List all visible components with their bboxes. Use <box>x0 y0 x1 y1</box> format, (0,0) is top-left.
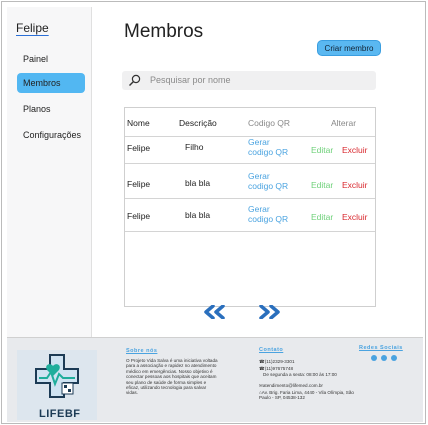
user-name[interactable]: Felipe <box>16 21 49 35</box>
delete-button[interactable]: Excluir <box>342 145 368 155</box>
header-nome: Nome <box>127 118 150 128</box>
sidebar-item-membros[interactable]: Membros <box>17 73 85 93</box>
cell-descricao: bla bla <box>185 210 211 220</box>
search-bar[interactable]: Pesquisar por nome <box>122 71 376 90</box>
delete-button[interactable]: Excluir <box>342 180 368 190</box>
members-table: Nome Descrição Codigo QR Alterar Felipe … <box>124 107 376 307</box>
about-title: Sobre nós <box>126 348 158 354</box>
generate-qr-link[interactable]: Gerar codigo QR <box>248 171 288 191</box>
header-codigo-qr: Codigo QR <box>248 118 291 128</box>
double-chevron-right-icon[interactable] <box>259 305 281 319</box>
edit-button[interactable]: Editar <box>311 145 333 155</box>
cell-descricao: Filho <box>185 142 204 152</box>
linkedin-icon[interactable] <box>381 355 387 361</box>
cell-nome: Felipe <box>127 179 151 189</box>
contact-phone-2: ☎(11)97675748 <box>259 366 294 371</box>
page-title: Membros <box>124 21 204 42</box>
search-icon <box>129 74 141 86</box>
sidebar-item-planos[interactable]: Planos <box>17 99 85 119</box>
medical-cross-logo-icon <box>35 354 79 398</box>
contact-address: ⌂Av. Brig. Faria Lima, 4440 - Vila Olímp… <box>259 390 354 401</box>
contact-hours: De segunda a sexta: 08:00 às 17:00 <box>263 372 337 377</box>
divider <box>125 163 375 164</box>
main-content: Membros Criar membro Pesquisar por nome … <box>92 7 422 337</box>
footer: LIFEBF Sobre nós O Projeto Vida Salva é … <box>7 337 423 422</box>
sidebar-item-painel[interactable]: Painel <box>17 49 85 69</box>
divider <box>125 231 375 232</box>
contact-phone-1: ☎(11)2329-3301 <box>259 359 295 364</box>
search-input[interactable]: Pesquisar por nome <box>150 75 231 85</box>
delete-button[interactable]: Excluir <box>342 212 368 222</box>
about-text: O Projeto Vida Salva é uma iniciativa vo… <box>126 358 218 396</box>
generate-qr-link[interactable]: Gerar codigo QR <box>248 137 288 157</box>
facebook-icon[interactable] <box>371 355 377 361</box>
cell-nome: Felipe <box>127 211 151 221</box>
app-frame: Felipe Painel Membros Planos Configuraçõ… <box>1 1 426 424</box>
edit-button[interactable]: Editar <box>311 212 333 222</box>
contact-email[interactable]: ✉atendimento@lifemed.com.br <box>259 383 354 388</box>
cell-nome: Felipe <box>127 143 151 153</box>
cell-descricao: bla bla <box>185 178 211 188</box>
divider <box>125 198 375 199</box>
logo: LIFEBF <box>17 350 97 420</box>
sidebar: Felipe Painel Membros Planos Configuraçõ… <box>7 7 92 337</box>
generate-qr-link[interactable]: Gerar codigo QR <box>248 204 288 224</box>
header-alterar: Alterar <box>331 118 357 128</box>
edit-button[interactable]: Editar <box>311 180 333 190</box>
logo-text: LIFEBF <box>39 408 81 420</box>
social-title: Redes Sociais <box>359 345 403 351</box>
sidebar-item-configuracoes[interactable]: Configurações <box>17 125 85 145</box>
contact-title: Contato <box>259 347 284 353</box>
create-member-button[interactable]: Criar membro <box>317 40 381 56</box>
header-descricao: Descrição <box>179 118 217 128</box>
double-chevron-left-icon[interactable] <box>203 305 225 319</box>
instagram-icon[interactable] <box>391 355 397 361</box>
